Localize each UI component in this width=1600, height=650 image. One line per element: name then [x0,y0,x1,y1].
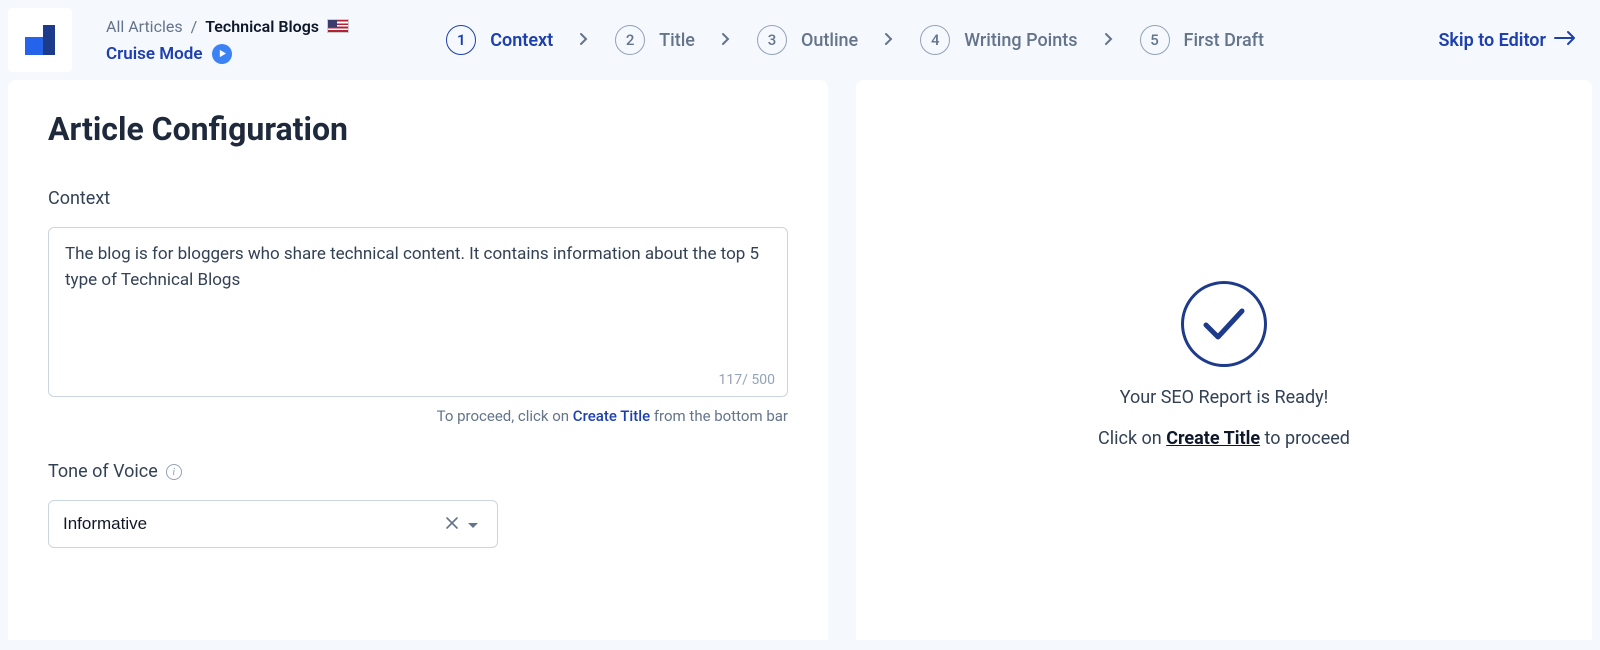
step-writing-points[interactable]: 4 Writing Points [920,25,1077,55]
context-textarea-wrapper: 117/ 500 [48,227,788,397]
hint-highlight: Create Title [573,407,650,425]
step-title[interactable]: 2 Title [615,25,695,55]
tone-input[interactable] [63,514,441,534]
chevron-right-icon [1104,31,1114,50]
step-context[interactable]: 1 Context [446,25,553,55]
top-bar: All Articles / Technical Blogs Cruise Mo… [0,0,1600,80]
step-label: First Draft [1184,30,1264,51]
step-outline[interactable]: 3 Outline [757,25,858,55]
hint-post: from the bottom bar [650,407,788,425]
seo-proceed-hint: Click on Create Title to proceed [1098,428,1350,449]
context-hint: To proceed, click on Create Title from t… [48,407,788,425]
context-textarea[interactable] [65,242,771,362]
breadcrumb: All Articles / Technical Blogs [106,17,349,36]
cruise-mode-toggle[interactable]: Cruise Mode [106,44,349,64]
step-label: Context [490,30,553,51]
step-label: Writing Points [964,30,1077,51]
clear-icon[interactable] [441,511,463,538]
breadcrumb-root[interactable]: All Articles [106,17,183,36]
arrow-right-icon [1554,30,1576,51]
skip-label: Skip to Editor [1438,30,1546,51]
seo-ready-text: Your SEO Report is Ready! [1120,387,1329,408]
context-label: Context [48,188,788,209]
tone-label: Tone of Voice i [48,461,788,482]
step-first-draft[interactable]: 5 First Draft [1140,25,1264,55]
hint-pre: To proceed, click on [437,407,573,425]
proceed-post: to proceed [1260,428,1350,449]
create-title-link[interactable]: Create Title [1166,428,1260,449]
step-number: 4 [920,25,950,55]
step-number: 2 [615,25,645,55]
step-number: 5 [1140,25,1170,55]
breadcrumb-area: All Articles / Technical Blogs Cruise Mo… [106,17,349,64]
chevron-right-icon [884,31,894,50]
chevron-right-icon [579,31,589,50]
dropdown-caret-icon[interactable] [463,511,483,538]
step-number: 1 [446,25,476,55]
chevron-right-icon [721,31,731,50]
logo-icon [25,25,55,55]
seo-report-panel: Your SEO Report is Ready! Click on Creat… [856,80,1592,640]
content-area: Article Configuration Context 117/ 500 T… [0,80,1600,640]
cruise-mode-label: Cruise Mode [106,44,202,64]
tone-label-text: Tone of Voice [48,461,158,482]
page-title: Article Configuration [48,110,788,148]
check-circle-icon [1181,281,1267,367]
step-number: 3 [757,25,787,55]
app-logo[interactable] [8,8,72,72]
article-config-panel: Article Configuration Context 117/ 500 T… [8,80,828,640]
play-icon [212,44,232,64]
breadcrumb-current[interactable]: Technical Blogs [205,17,319,36]
us-flag-icon[interactable] [327,19,349,33]
skip-to-editor-link[interactable]: Skip to Editor [1438,30,1576,51]
step-label: Outline [801,30,858,51]
tone-of-voice-section: Tone of Voice i [48,461,788,548]
proceed-pre: Click on [1098,428,1166,449]
step-label: Title [659,30,695,51]
breadcrumb-separator: / [191,17,198,36]
info-icon[interactable]: i [166,464,182,480]
wizard-stepper: 1 Context 2 Title 3 Outline 4 Writing Po… [446,25,1264,55]
tone-select[interactable] [48,500,498,548]
char-count: 117/ 500 [719,372,775,388]
